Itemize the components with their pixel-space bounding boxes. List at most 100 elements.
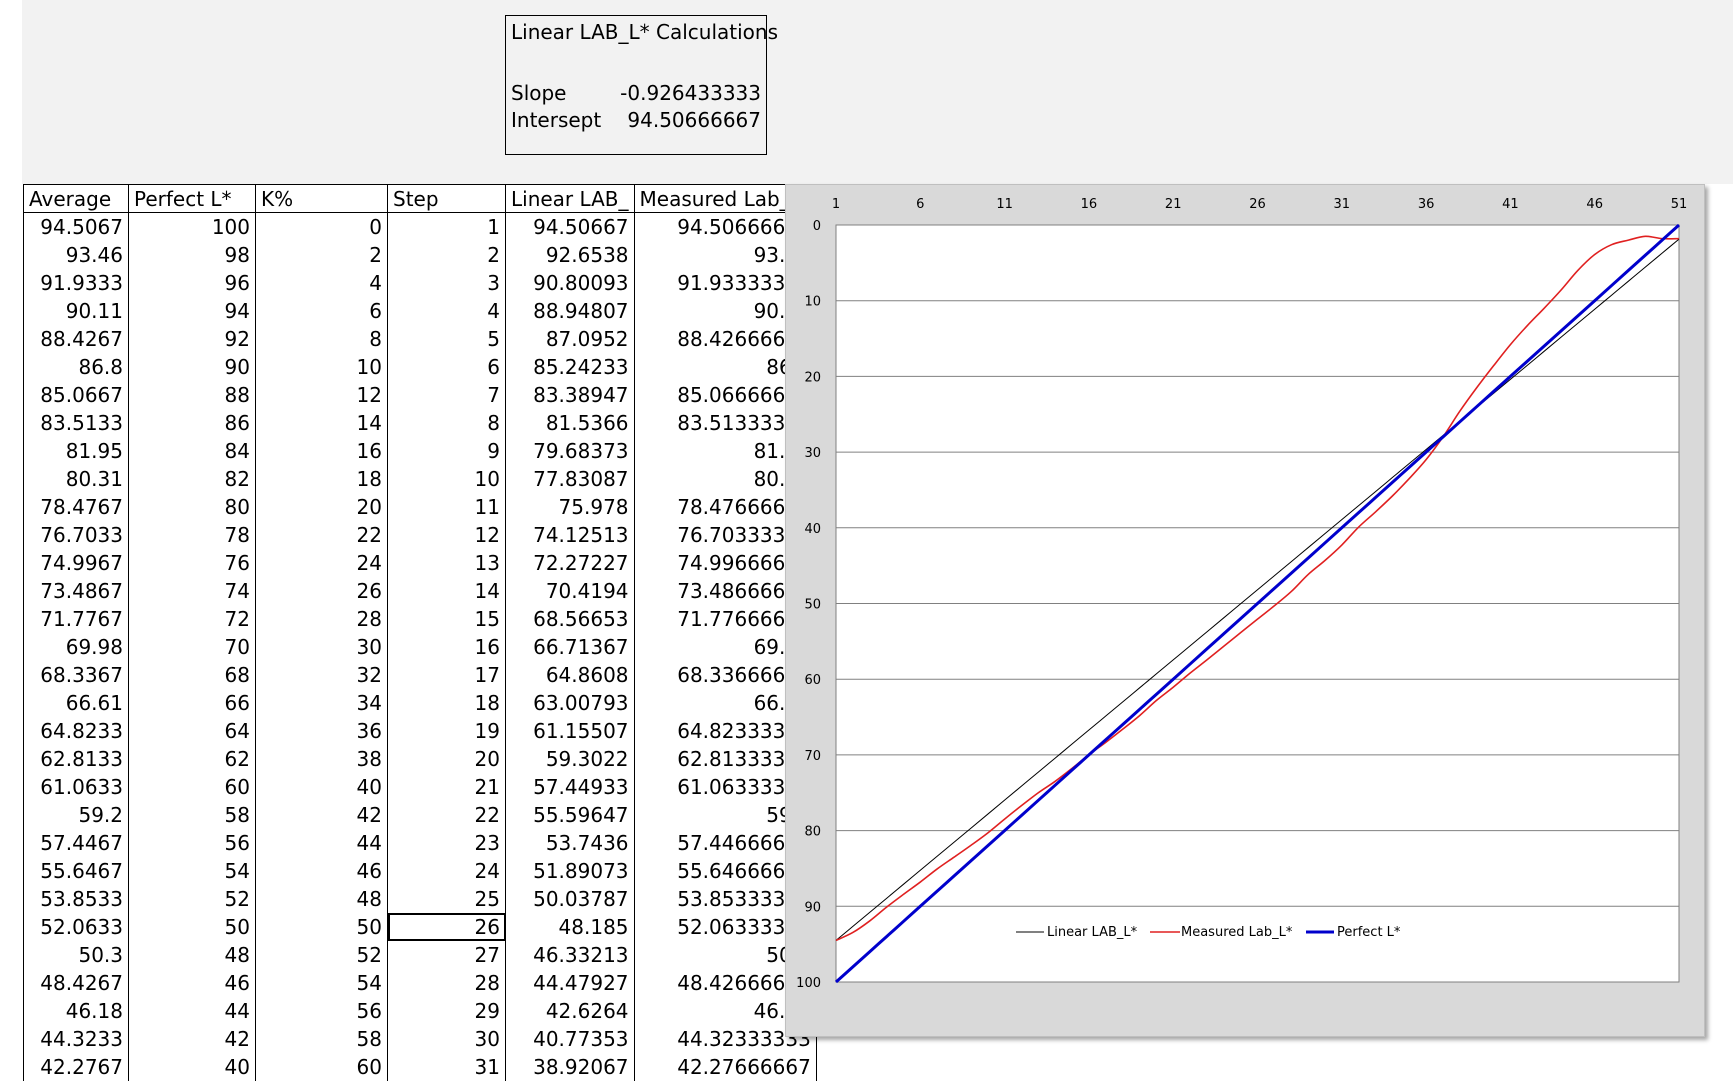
average-cell[interactable]: 42.2767 bbox=[23, 1052, 129, 1081]
perfect-l-cell[interactable]: 84 bbox=[128, 436, 256, 465]
k-percent-cell[interactable]: 30 bbox=[255, 632, 388, 661]
average-cell[interactable]: 59.2 bbox=[23, 800, 129, 829]
step-cell[interactable]: 2 bbox=[387, 240, 506, 269]
step-cell[interactable]: 27 bbox=[387, 940, 506, 969]
slope-value[interactable]: -0.926433333 bbox=[620, 79, 761, 107]
step-cell[interactable]: 7 bbox=[387, 380, 506, 409]
step-cell[interactable]: 14 bbox=[387, 576, 506, 605]
k-percent-cell[interactable]: 40 bbox=[255, 772, 388, 801]
average-cell[interactable]: 76.7033 bbox=[23, 520, 129, 549]
step-cell[interactable]: 22 bbox=[387, 800, 506, 829]
average-cell[interactable]: 71.7767 bbox=[23, 604, 129, 633]
k-percent-cell[interactable]: 52 bbox=[255, 940, 388, 969]
perfect-l-cell[interactable]: 58 bbox=[128, 800, 256, 829]
perfect-l-cell[interactable]: 74 bbox=[128, 576, 256, 605]
linear-lab-cell[interactable]: 87.0952 bbox=[505, 324, 635, 353]
linear-lab-cell[interactable]: 61.15507 bbox=[505, 716, 635, 745]
linear-lab-cell[interactable]: 48.185 bbox=[505, 912, 635, 941]
k-percent-cell[interactable]: 46 bbox=[255, 856, 388, 885]
k-percent-cell[interactable]: 18 bbox=[255, 464, 388, 493]
k-percent-cell[interactable]: 60 bbox=[255, 1052, 388, 1081]
k-percent-cell[interactable]: 0 bbox=[255, 212, 388, 241]
step-cell[interactable]: 16 bbox=[387, 632, 506, 661]
step-cell[interactable]: 29 bbox=[387, 996, 506, 1025]
average-cell[interactable]: 94.5067 bbox=[23, 212, 129, 241]
perfect-l-cell[interactable]: 86 bbox=[128, 408, 256, 437]
step-cell[interactable]: 9 bbox=[387, 436, 506, 465]
perfect-l-cell[interactable]: 66 bbox=[128, 688, 256, 717]
perfect-l-cell[interactable]: 82 bbox=[128, 464, 256, 493]
average-cell[interactable]: 46.18 bbox=[23, 996, 129, 1025]
average-cell[interactable]: 85.0667 bbox=[23, 380, 129, 409]
average-cell[interactable]: 57.4467 bbox=[23, 828, 129, 857]
header-step[interactable]: Step bbox=[387, 184, 506, 213]
calculations-box[interactable]: Linear LAB_L* Calculations Slope -0.9264… bbox=[505, 15, 778, 155]
k-percent-cell[interactable]: 10 bbox=[255, 352, 388, 381]
k-percent-cell[interactable]: 34 bbox=[255, 688, 388, 717]
step-cell[interactable]: 12 bbox=[387, 520, 506, 549]
perfect-l-cell[interactable]: 100 bbox=[128, 212, 256, 241]
chart-area[interactable]: 0 10 20 30 40 50 60 70 80 90 100 1 6 11 16 21 26 31 36 41 46… bbox=[785, 184, 1705, 1037]
average-cell[interactable]: 48.4267 bbox=[23, 968, 129, 997]
perfect-l-cell[interactable]: 54 bbox=[128, 856, 256, 885]
linear-lab-cell[interactable]: 42.6264 bbox=[505, 996, 635, 1025]
k-percent-cell[interactable]: 8 bbox=[255, 324, 388, 353]
step-cell[interactable]: 10 bbox=[387, 464, 506, 493]
average-cell[interactable]: 64.8233 bbox=[23, 716, 129, 745]
average-cell[interactable]: 66.61 bbox=[23, 688, 129, 717]
linear-lab-cell[interactable]: 53.7436 bbox=[505, 828, 635, 857]
linear-lab-cell[interactable]: 38.92067 bbox=[505, 1052, 635, 1081]
header-k-percent[interactable]: K% bbox=[255, 184, 388, 213]
step-cell[interactable]: 23 bbox=[387, 828, 506, 857]
linear-lab-cell[interactable]: 64.8608 bbox=[505, 660, 635, 689]
k-percent-cell[interactable]: 24 bbox=[255, 548, 388, 577]
intercept-value[interactable]: 94.50666667 bbox=[627, 106, 761, 134]
linear-lab-cell[interactable]: 77.83087 bbox=[505, 464, 635, 493]
k-percent-cell[interactable]: 44 bbox=[255, 828, 388, 857]
average-cell[interactable]: 68.3367 bbox=[23, 660, 129, 689]
k-percent-cell[interactable]: 4 bbox=[255, 268, 388, 297]
linear-lab-cell[interactable]: 79.68373 bbox=[505, 436, 635, 465]
average-cell[interactable]: 50.3 bbox=[23, 940, 129, 969]
linear-lab-cell[interactable]: 57.44933 bbox=[505, 772, 635, 801]
linear-lab-cell[interactable]: 85.24233 bbox=[505, 352, 635, 381]
k-percent-cell[interactable]: 14 bbox=[255, 408, 388, 437]
k-percent-cell[interactable]: 32 bbox=[255, 660, 388, 689]
step-cell[interactable]: 17 bbox=[387, 660, 506, 689]
linear-lab-cell[interactable]: 51.89073 bbox=[505, 856, 635, 885]
header-perfect-l[interactable]: Perfect L* bbox=[128, 184, 256, 213]
perfect-l-cell[interactable]: 96 bbox=[128, 268, 256, 297]
average-cell[interactable]: 78.4767 bbox=[23, 492, 129, 521]
k-percent-cell[interactable]: 2 bbox=[255, 240, 388, 269]
perfect-l-cell[interactable]: 90 bbox=[128, 352, 256, 381]
header-linear-lab[interactable]: Linear LAB_ bbox=[505, 184, 635, 213]
average-cell[interactable]: 55.6467 bbox=[23, 856, 129, 885]
average-cell[interactable]: 90.11 bbox=[23, 296, 129, 325]
step-cell[interactable]: 19 bbox=[387, 716, 506, 745]
perfect-l-cell[interactable]: 46 bbox=[128, 968, 256, 997]
step-cell[interactable]: 31 bbox=[387, 1052, 506, 1081]
linear-lab-cell[interactable]: 83.38947 bbox=[505, 380, 635, 409]
perfect-l-cell[interactable]: 76 bbox=[128, 548, 256, 577]
step-cell[interactable]: 3 bbox=[387, 268, 506, 297]
k-percent-cell[interactable]: 54 bbox=[255, 968, 388, 997]
linear-lab-cell[interactable]: 66.71367 bbox=[505, 632, 635, 661]
perfect-l-cell[interactable]: 78 bbox=[128, 520, 256, 549]
linear-lab-cell[interactable]: 74.12513 bbox=[505, 520, 635, 549]
k-percent-cell[interactable]: 42 bbox=[255, 800, 388, 829]
k-percent-cell[interactable]: 20 bbox=[255, 492, 388, 521]
linear-lab-cell[interactable]: 88.94807 bbox=[505, 296, 635, 325]
perfect-l-cell[interactable]: 88 bbox=[128, 380, 256, 409]
average-cell[interactable]: 61.0633 bbox=[23, 772, 129, 801]
k-percent-cell[interactable]: 48 bbox=[255, 884, 388, 913]
step-cell[interactable]: 8 bbox=[387, 408, 506, 437]
perfect-l-cell[interactable]: 68 bbox=[128, 660, 256, 689]
k-percent-cell[interactable]: 22 bbox=[255, 520, 388, 549]
k-percent-cell[interactable]: 36 bbox=[255, 716, 388, 745]
measured-lab-cell[interactable]: 42.27666667 bbox=[634, 1052, 817, 1081]
k-percent-cell[interactable]: 50 bbox=[255, 912, 388, 941]
average-cell[interactable]: 91.9333 bbox=[23, 268, 129, 297]
average-cell[interactable]: 74.9967 bbox=[23, 548, 129, 577]
perfect-l-cell[interactable]: 50 bbox=[128, 912, 256, 941]
average-cell[interactable]: 81.95 bbox=[23, 436, 129, 465]
